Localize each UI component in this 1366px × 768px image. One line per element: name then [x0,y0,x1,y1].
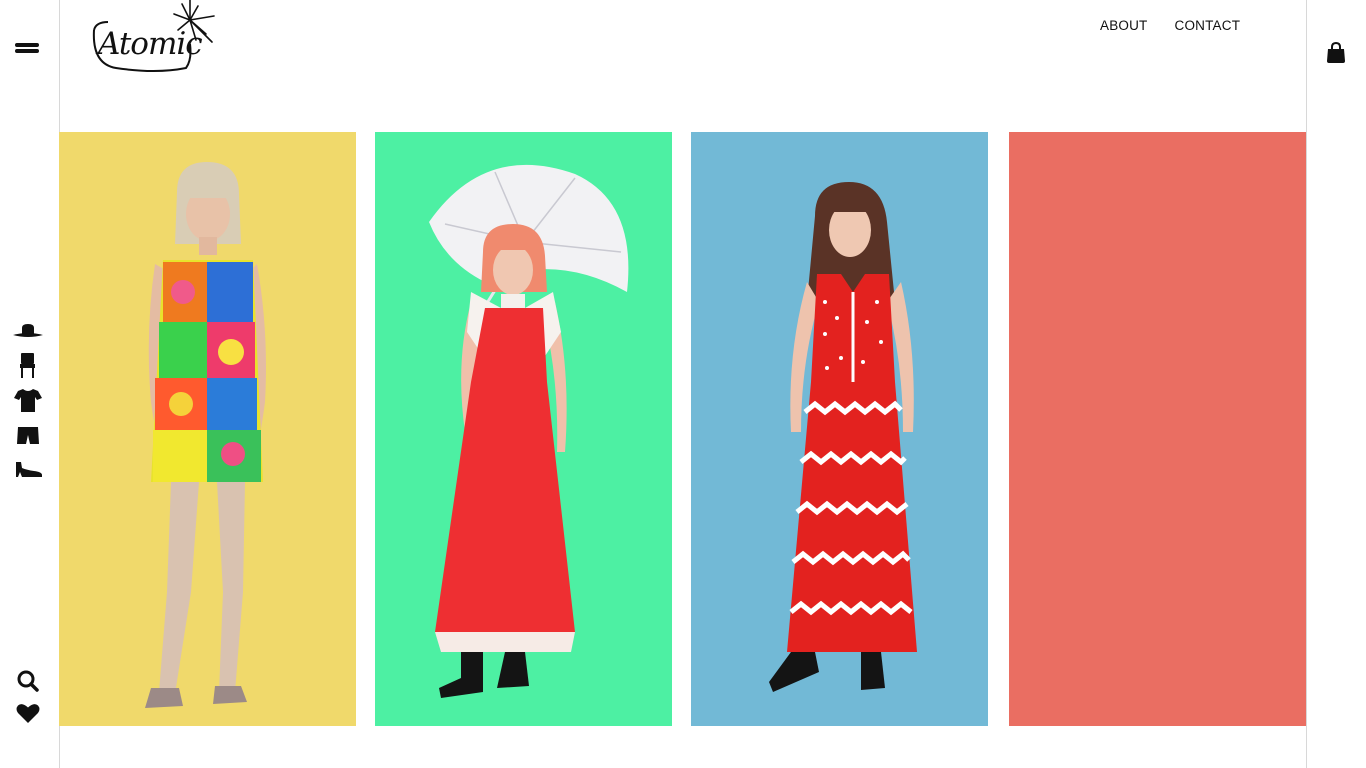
model-in-floral-patchwork-mini-dress-image [59,132,356,726]
menu-bar-bottom [15,49,39,53]
hat-icon[interactable] [12,318,44,344]
nav-about-link[interactable]: ABOUT [1100,18,1148,33]
product-card[interactable] [1009,132,1306,726]
shoe-icon[interactable] [12,456,44,482]
shorts-icon[interactable] [12,422,44,448]
menu-icon[interactable] [15,43,41,57]
page: Atomic ABOUT CONTACT [0,0,1366,768]
product-grid [59,132,1307,726]
sidebar [0,0,59,768]
menu-bar-top [15,43,39,47]
heart-icon[interactable] [15,700,41,726]
model-in-red-white-zigzag-maxi-dress-image [691,132,988,726]
product-card[interactable] [375,132,672,726]
product-card[interactable] [691,132,988,726]
model-in-red-ruffle-maxi-dress-with-parasol-image [375,132,672,726]
logo[interactable]: Atomic [86,0,222,76]
logo-text: Atomic [98,26,203,62]
search-icon[interactable] [15,668,41,694]
nav-contact-link[interactable]: CONTACT [1175,18,1241,33]
shopping-bag-icon[interactable] [1326,41,1346,64]
product-image-placeholder [1009,132,1306,726]
product-card[interactable] [59,132,356,726]
top-nav: ABOUT CONTACT [1100,18,1240,33]
chair-icon[interactable] [12,352,44,378]
shirt-icon[interactable] [12,387,44,413]
